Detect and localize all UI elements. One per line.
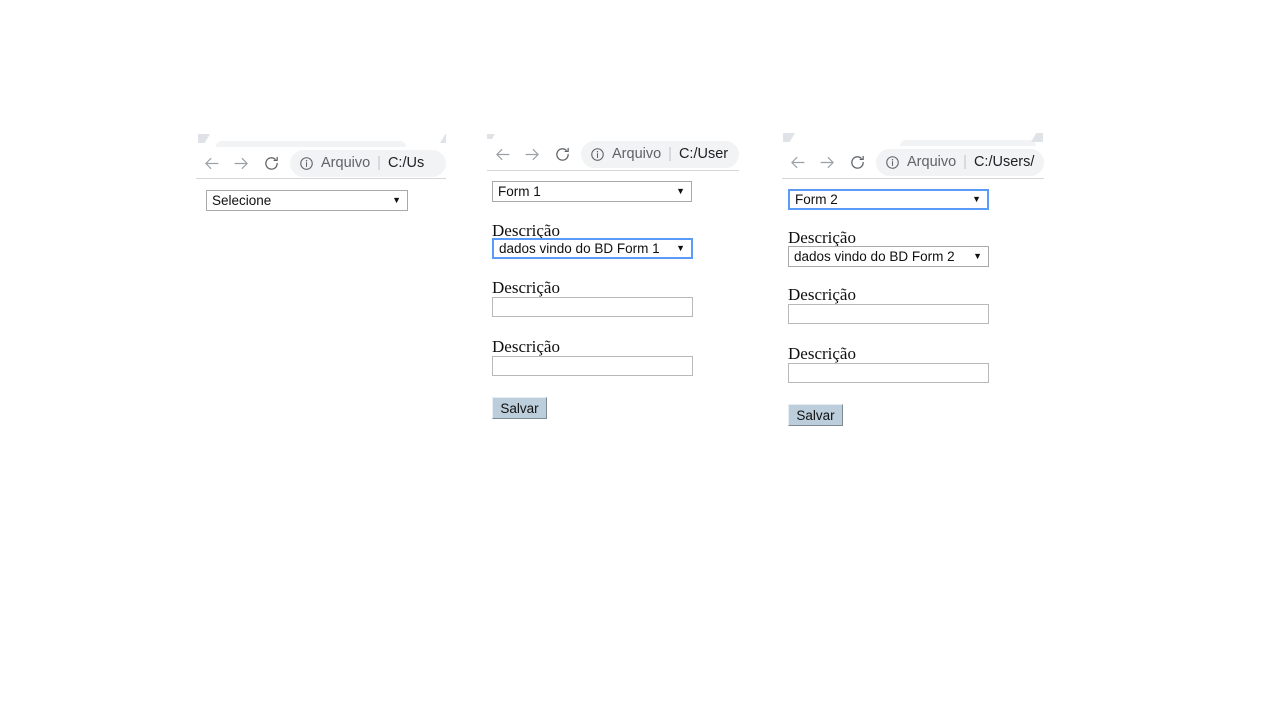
description-select-1-value: dados vindo do BD Form 2 — [794, 249, 955, 264]
toolbar-divider — [782, 178, 1044, 179]
reload-icon — [850, 155, 864, 169]
chevron-down-icon: ▼ — [676, 186, 685, 196]
description-select-1[interactable]: dados vindo do BD Form 2 ▼ — [788, 246, 989, 267]
form-selector[interactable]: Selecione ▼ — [206, 190, 408, 211]
reload-button[interactable] — [256, 148, 286, 178]
description-input-2[interactable] — [788, 304, 989, 324]
tab-strip-3 — [782, 131, 1044, 146]
address-separator: | — [377, 155, 381, 171]
site-info-label: Arquivo — [612, 146, 662, 162]
info-circle-icon — [886, 155, 899, 169]
description-input-3[interactable] — [492, 356, 693, 376]
form-selector[interactable]: Form 2 ▼ — [788, 189, 989, 210]
reload-icon — [555, 147, 569, 161]
description-input-2[interactable] — [492, 297, 693, 317]
forward-button[interactable] — [226, 148, 256, 178]
address-separator: | — [963, 154, 967, 170]
reload-button[interactable] — [842, 147, 872, 177]
forward-button[interactable] — [812, 147, 842, 177]
save-button[interactable]: Salvar — [788, 404, 843, 426]
address-url-text: C:/Us — [387, 155, 425, 171]
browser-panel-3: Arquivo | C:/Users/ Form 2 ▼ Descrição d… — [782, 131, 1044, 441]
field-label-2: Descrição — [492, 278, 560, 297]
arrow-right-icon — [234, 157, 248, 169]
browser-panel-2: Arquivo | C:/User Form 1 ▼ Descrição dad… — [487, 132, 739, 432]
address-separator: | — [668, 146, 672, 162]
arrow-right-icon — [525, 148, 539, 160]
back-button[interactable] — [782, 147, 812, 177]
form-selector-value: Selecione — [212, 193, 272, 208]
browser-toolbar-1: Arquivo | C:/Us — [196, 148, 446, 178]
tab-strip-1 — [196, 132, 446, 147]
tab-body — [900, 140, 1036, 146]
tab-corner-right — [440, 134, 446, 143]
form-selector-value: Form 1 — [498, 184, 541, 199]
field-label-3: Descrição — [788, 344, 856, 363]
info-circle-icon — [300, 156, 313, 170]
info-circle-icon — [591, 147, 604, 161]
save-button[interactable]: Salvar — [492, 397, 547, 419]
tab-corner-left — [783, 133, 795, 142]
form-selector[interactable]: Form 1 ▼ — [492, 181, 692, 202]
browser-panel-1: Arquivo | C:/Us Selecione ▼ — [196, 132, 446, 224]
site-info-label: Arquivo — [907, 154, 957, 170]
toolbar-divider — [487, 170, 739, 171]
back-button[interactable] — [487, 139, 517, 169]
address-url-text: C:/User — [678, 146, 729, 162]
toolbar-divider — [196, 178, 446, 179]
tab-corner-left — [198, 134, 210, 143]
arrow-right-icon — [820, 156, 834, 168]
tab-corner-right — [1031, 133, 1043, 142]
address-url-text: C:/Users/ — [973, 154, 1035, 170]
tab-body — [216, 141, 406, 147]
reload-button[interactable] — [547, 139, 577, 169]
address-bar[interactable]: Arquivo | C:/Users/ — [876, 148, 1044, 176]
description-input-3[interactable] — [788, 363, 989, 383]
field-label-1: Descrição — [788, 228, 856, 247]
chevron-down-icon: ▼ — [973, 251, 982, 261]
address-bar[interactable]: Arquivo | C:/User — [581, 140, 739, 168]
arrow-left-icon — [790, 156, 804, 168]
back-button[interactable] — [196, 148, 226, 178]
field-label-3: Descrição — [492, 337, 560, 356]
chevron-down-icon: ▼ — [676, 243, 685, 253]
browser-toolbar-3: Arquivo | C:/Users/ — [782, 147, 1044, 177]
reload-icon — [264, 156, 278, 170]
browser-toolbar-2: Arquivo | C:/User — [487, 139, 739, 169]
description-select-1[interactable]: dados vindo do BD Form 1 ▼ — [492, 238, 693, 259]
address-bar[interactable]: Arquivo | C:/Us — [290, 149, 446, 177]
form-selector-value: Form 2 — [795, 192, 838, 207]
forward-button[interactable] — [517, 139, 547, 169]
chevron-down-icon: ▼ — [392, 195, 401, 205]
field-label-2: Descrição — [788, 285, 856, 304]
description-select-1-value: dados vindo do BD Form 1 — [499, 241, 660, 256]
site-info-label: Arquivo — [321, 155, 371, 171]
chevron-down-icon: ▼ — [972, 194, 981, 204]
arrow-left-icon — [204, 157, 218, 169]
arrow-left-icon — [495, 148, 509, 160]
screenshot-canvas: Arquivo | C:/Us Selecione ▼ Arquivo | C:… — [0, 0, 1280, 720]
